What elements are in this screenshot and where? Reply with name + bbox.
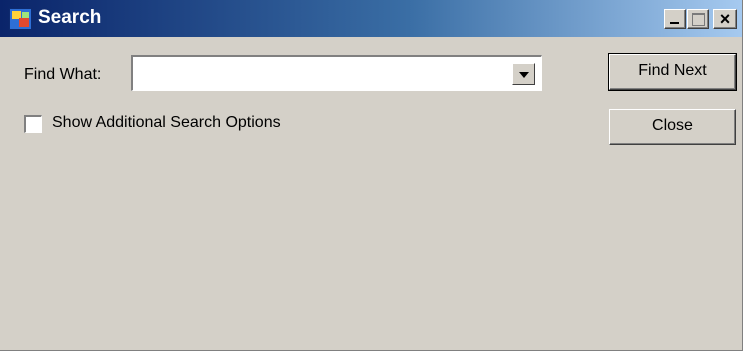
close-window-button[interactable]: ×: [713, 9, 737, 29]
title-bar[interactable]: Search ×: [0, 0, 742, 37]
search-dialog: Search × Find What: Show Additional Sear…: [0, 0, 743, 351]
dropdown-arrow-icon[interactable]: [512, 63, 535, 85]
application-icon[interactable]: [9, 8, 32, 30]
minimize-button[interactable]: [664, 9, 686, 29]
find-what-label: Find What:: [24, 66, 102, 83]
maximize-button[interactable]: [687, 9, 709, 29]
application-icon-detail: [22, 12, 29, 18]
find-what-input[interactable]: [135, 59, 505, 87]
find-what-combobox[interactable]: [131, 55, 542, 91]
find-next-button[interactable]: Find Next: [608, 53, 737, 91]
window-title: Search: [38, 7, 102, 28]
show-additional-options-checkbox[interactable]: [24, 115, 42, 133]
close-button[interactable]: Close: [609, 109, 736, 145]
show-additional-options-label[interactable]: Show Additional Search Options: [52, 114, 281, 132]
close-icon: ×: [719, 9, 731, 29]
